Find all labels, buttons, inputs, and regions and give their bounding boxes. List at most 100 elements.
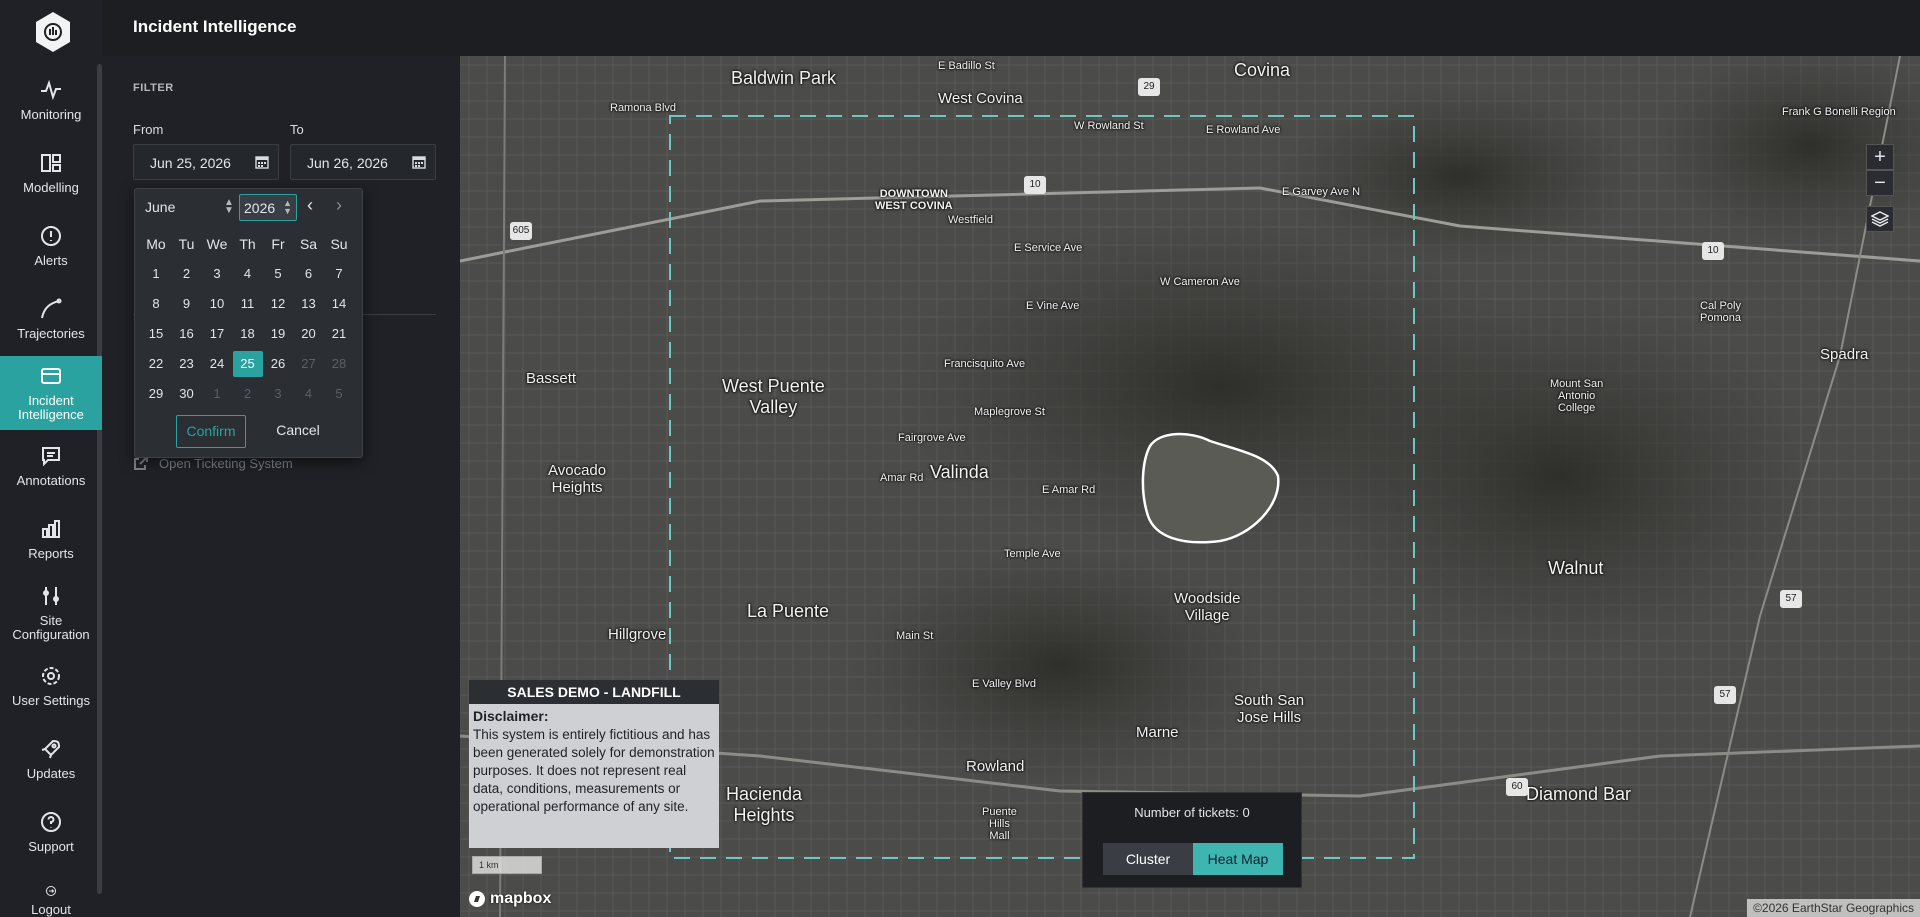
sidebar: Monitoring Modelling Alerts Trajectories… [0,0,102,917]
calendar-day[interactable]: 9 [172,291,202,317]
map-scale: 1 km [472,856,542,874]
help-icon [41,812,61,832]
to-date-value: Jun 26, 2026 [307,155,388,171]
sidebar-item-trajectories[interactable]: Trajectories [0,283,102,355]
place-label: Spadra [1820,346,1869,363]
page-title: Incident Intelligence [133,17,297,36]
weekday-label: Fr [271,236,285,252]
month-select-arrows-icon[interactable]: ▲ ▼ [224,198,234,216]
calendar-day[interactable]: 14 [324,291,354,317]
calendar-day[interactable]: 10 [202,291,232,317]
map-view[interactable]: Baldwin Park West Covina Covina DOWNTOWN… [460,56,1920,917]
calendar-day[interactable]: 29 [141,381,171,407]
calendar-day[interactable]: 24 [202,351,232,377]
street-label: Temple Ave [1004,548,1061,560]
place-label: Diamond Bar [1526,784,1632,804]
calendar-day[interactable]: 5 [263,261,293,287]
sidebar-item-support[interactable]: Support [0,796,102,868]
weekday-label: We [206,236,228,252]
calendar-day[interactable]: 13 [294,291,324,317]
calendar-day[interactable]: 17 [202,321,232,347]
year-stepper-icon[interactable]: ▲ ▼ [283,199,292,216]
calendar-day[interactable]: 20 [294,321,324,347]
sidebar-item-incident-intelligence[interactable]: Incident Intelligence [0,356,102,430]
calendar-day[interactable]: 26 [263,351,293,377]
place-label: Puente Hills Mall [982,806,1017,842]
year-input[interactable]: 2026 ▲ ▼ [239,194,297,221]
place-label: Baldwin Park [731,68,837,88]
calendar-day[interactable]: 4 [233,261,263,287]
sidebar-item-modelling[interactable]: Modelling [0,137,102,209]
month-select[interactable]: June [145,199,175,215]
calendar-day[interactable]: 12 [263,291,293,317]
calendar-day[interactable]: 30 [172,381,202,407]
sidebar-item-updates[interactable]: Updates [0,723,102,795]
calendar-day[interactable]: 18 [233,321,263,347]
calendar-day: 3 [274,386,282,401]
cancel-button[interactable]: Cancel [263,415,333,448]
place-label: Cal Poly Pomona [1700,300,1741,324]
cluster-button[interactable]: Cluster [1103,843,1193,875]
to-date-input[interactable]: Jun 26, 2026 [290,144,436,180]
calendar-day: 5 [335,386,343,401]
sidebar-item-logout[interactable]: Logout [0,869,102,917]
prev-month-button[interactable]: ‹ [307,195,313,216]
calendar-day[interactable]: 11 [233,291,263,317]
street-label: Francisquito Ave [944,358,1026,370]
mapbox-logo[interactable]: mapbox [468,890,551,908]
place-label: Marne [1136,724,1179,741]
highway-shield: 57 [1714,686,1736,704]
street-label: W Cameron Ave [1160,276,1240,288]
alert-circle-icon [41,226,61,246]
place-label: West Puente Valley [722,376,825,417]
sidebar-item-site-configuration[interactable]: Site Configuration [0,576,102,650]
zoom-out-button[interactable]: − [1866,170,1894,196]
calendar-day[interactable]: 2 [172,261,202,287]
sidebar-item-reports[interactable]: Reports [0,503,102,575]
ticket-count: Number of tickets: 0 [1134,805,1250,820]
sidebar-item-label: Incident Intelligence [18,393,84,422]
heatmap-button[interactable]: Heat Map [1193,843,1283,875]
top-header: Incident Intelligence [102,0,1920,56]
gear-icon [42,667,60,685]
calendar-day[interactable]: 8 [141,291,171,317]
sidebar-item-annotations[interactable]: Annotations [0,430,102,502]
place-label: Westfield [948,214,994,226]
confirm-button[interactable]: Confirm [176,415,246,448]
zoom-in-button[interactable]: + [1866,144,1894,170]
street-label: E Valley Blvd [972,678,1036,690]
week-row: 22 23 24 25 26 27 28 [141,351,356,381]
app-logo-icon[interactable] [33,10,73,54]
sidebar-item-monitoring[interactable]: Monitoring [0,64,102,136]
from-date-input[interactable]: Jun 25, 2026 [133,144,279,180]
calendar-day[interactable]: 1 [141,261,171,287]
weekday-row: Mo Tu We Th Fr Sa Su [141,231,356,261]
layers-button[interactable] [1866,206,1894,232]
calendar-day[interactable]: 7 [324,261,354,287]
calendar-icon[interactable] [412,155,426,169]
calendar-day[interactable]: 15 [141,321,171,347]
sidebar-item-user-settings[interactable]: User Settings [0,650,102,722]
sidebar-item-label: Monitoring [20,107,82,122]
calendar-day[interactable]: 16 [172,321,202,347]
calendar-day[interactable]: 21 [324,321,354,347]
calendar-icon[interactable] [255,155,269,169]
calendar-day[interactable]: 22 [141,351,171,377]
street-label: Amar Rd [880,472,924,484]
map-attribution[interactable]: ©2026 EarthStar Geographics [1747,899,1920,917]
filter-panel: FILTER From To Jun 25, 2026 Jun 26, 2026… [102,56,460,917]
calendar-day[interactable]: 25 [232,351,263,377]
calendar-day[interactable]: 23 [172,351,202,377]
calendar-day[interactable]: 19 [263,321,293,347]
sidebar-item-alerts[interactable]: Alerts [0,210,102,282]
incident-icon [41,368,61,384]
calendar-day[interactable]: 6 [294,261,324,287]
street-label: Maplegrove St [974,406,1045,418]
comment-icon [42,447,60,467]
calendar-day: 1 [213,386,221,401]
week-row: 8 9 10 11 12 13 14 [141,291,356,321]
calendar-day: 4 [304,386,313,401]
next-month-button[interactable]: › [336,195,342,216]
place-label: La Puente [747,601,830,621]
calendar-day[interactable]: 3 [202,261,232,287]
